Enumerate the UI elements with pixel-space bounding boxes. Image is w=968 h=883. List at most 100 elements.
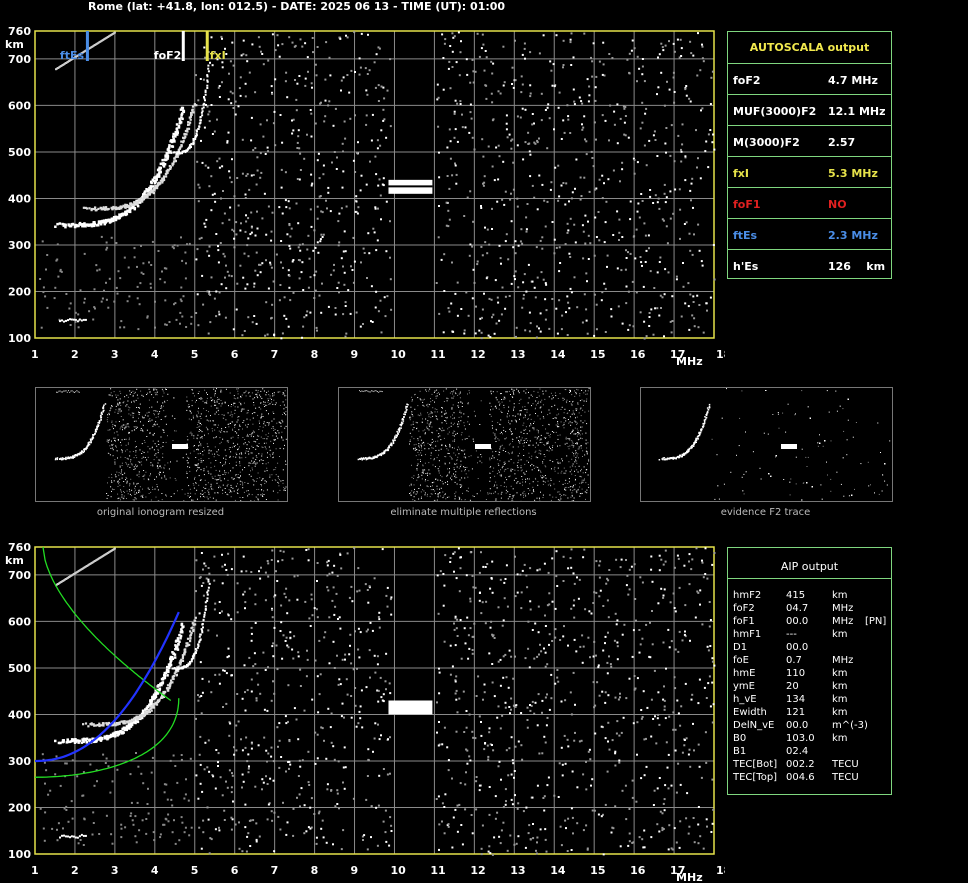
x-tick-label: 7 [271,348,279,361]
aip-unit: km [832,707,848,718]
aip-unit: km [832,590,848,601]
x-tick-label: 10 [390,864,406,877]
autoscala-label: fxI [733,167,749,180]
autoscala-row-ftes: ftEs 2.3 MHz [728,218,891,250]
thumbnail-pixels [357,388,590,502]
top-ionogram-chart: 123456789101112131415161718MHz1002003004… [5,25,725,367]
aip-unit: MHz [832,655,854,666]
y-tick-label: 760 [8,25,31,38]
aip-label: TEC[Bot] [733,759,778,770]
x-tick-label: 10 [390,348,406,361]
aip-panel: AIP output hmF2 415 km foF2 04.7 MHz foF1 00.0 M… [727,547,892,795]
aip-value: 02.4 [786,746,809,757]
marker-ftes-label: ftEs [60,49,85,62]
x-tick-label: 16 [630,348,646,361]
autoscala-label: foF1 [733,198,761,211]
y-tick-label: 600 [8,99,31,112]
aip-label: B1 [733,746,747,757]
y-unit-label: km [5,554,24,567]
x-tick-label: 12 [470,864,485,877]
y-tick-label: 760 [8,541,31,554]
x-tick-label: 6 [231,864,239,877]
x-tick-label: 18 [716,864,725,877]
marker-ftes-line [85,31,89,61]
aip-value: 00.0 [786,642,809,653]
aip-unit: km [832,733,848,744]
aip-label: hmF1 [733,629,762,640]
autoscala-label: ftEs [733,229,758,242]
aip-label: foF1 [733,616,755,627]
x-tick-label: 11 [430,348,445,361]
aip-unit: km [832,694,848,705]
x-tick-label: 11 [430,864,445,877]
aip-unit: km [832,629,848,640]
noise-dots [39,547,716,856]
autoscala-panel: AUTOSCALA output foF2 4.7 MHz MUF(3000)F2 1… [727,31,892,279]
autoscala-value: 126 km [828,260,886,273]
x-tick-label: 6 [231,348,239,361]
aip-value: 20 [786,681,799,692]
thumbnail-f2-trace [640,387,893,502]
aip-label: foF2 [733,603,755,614]
f2-trace [54,547,211,839]
autoscala-label: h'Es [733,260,759,273]
aip-value: 134 [786,694,806,705]
x-tick-label: 9 [351,348,359,361]
aip-label: D1 [733,642,748,653]
y-tick-label: 300 [8,239,31,252]
y-unit-label: km [5,38,24,51]
aip-value: 110 [786,668,806,679]
x-tick-label: 12 [470,348,485,361]
autoscala-value: 5.3 MHz [828,167,878,180]
autoscala-row-fof2: foF2 4.7 MHz [728,63,891,95]
aip-label: Ewidth [733,707,767,718]
x-tick-label: 2 [71,864,79,877]
green-model-curve-upper [42,546,172,702]
thumbnail-original [35,387,288,502]
aip-unit: TECU [832,759,859,770]
x-tick-label: 13 [510,348,525,361]
marker-fof2-label: foF2 [154,49,182,62]
aip-label: h_vE [733,694,757,705]
autoscala-value: 2.3 MHz [828,229,878,242]
y-tick-label: 700 [8,569,31,582]
thumbnail-caption-no-multiple: eliminate multiple reflections [390,507,537,518]
marker-fxi-label: fxI [210,49,226,62]
x-tick-label: 9 [351,864,359,877]
aip-value: 00.0 [786,616,809,627]
y-tick-label: 400 [8,708,31,721]
autoscala-value: 4.7 MHz [828,74,878,87]
y-tick-label: 500 [8,662,31,675]
x-tick-label: 4 [151,864,159,877]
autoscala-value: 2.57 [828,136,856,149]
aip-value: 004.6 [786,772,815,783]
aip-value: 002.2 [786,759,815,770]
header-title: Rome (lat: +41.8, lon: 012.5) - DATE: 20… [88,0,506,13]
autoscala-value: 12.1 MHz [828,105,886,118]
x-tick-label: 5 [191,348,199,361]
x-tick-label: 14 [550,864,566,877]
x-tick-label: 2 [71,348,79,361]
y-tick-label: 600 [8,615,31,628]
x-tick-label: 5 [191,864,199,877]
y-tick-label: 400 [8,192,31,205]
aip-value: 0.7 [786,655,802,666]
x-tick-label: 7 [271,864,279,877]
x-tick-label: 13 [510,864,525,877]
thumbnail-no-multiple [338,387,591,502]
aip-value: 04.7 [786,603,809,614]
aip-value: 103.0 [786,733,815,744]
y-tick-label: 300 [8,755,31,768]
x-tick-label: 15 [590,864,605,877]
aip-label: ymE [733,681,755,692]
aip-extra: [PN] [865,616,887,627]
x-tick-label: 1 [31,864,39,877]
aip-label: B0 [733,733,747,744]
y-tick-label: 100 [8,332,31,345]
autoscala-row-m3000f2: M(3000)F2 2.57 [728,125,891,157]
aip-unit: MHz [832,616,854,627]
aip-label: hmE [733,668,756,679]
y-tick-label: 100 [8,848,31,861]
aip-unit: m^(-3) [832,720,868,731]
aip-label: foE [733,655,749,666]
